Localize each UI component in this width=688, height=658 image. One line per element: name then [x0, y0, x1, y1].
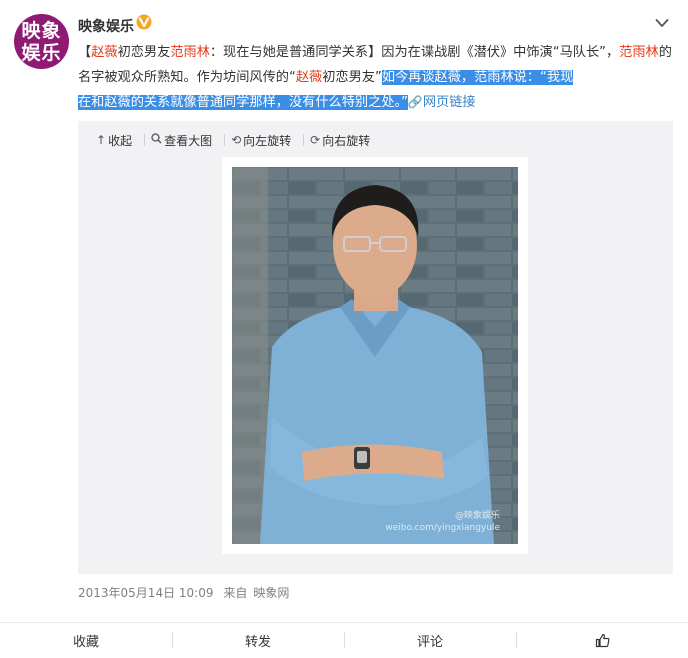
weibo-post-card: 映象 娱乐 映象娱乐 【赵薇初恋男友范雨林：现在与她是普通同学关系】因为在谍战剧… [0, 0, 688, 658]
rotate-left-icon: ⟲ [231, 133, 242, 147]
collapse-arrow-icon: ↑ [96, 133, 107, 147]
verified-v-badge-icon [136, 14, 152, 30]
thumbs-up-icon [595, 633, 609, 647]
selected-text: 如今再谈赵薇，范雨林说：“我现 [381, 70, 574, 85]
post-text-segment: 初恋男友 [117, 45, 171, 60]
rotate-right-label: 向右旋转 [322, 133, 371, 148]
avatar[interactable]: 映象 娱乐 [14, 14, 69, 69]
toolbar-divider [303, 134, 305, 146]
comment-button[interactable]: 评论 [344, 623, 516, 657]
keyword-zhaowei[interactable]: 赵薇 [91, 45, 117, 60]
like-button[interactable] [516, 623, 688, 657]
repost-label: 转发 [244, 634, 271, 650]
favorite-label: 收藏 [72, 634, 99, 650]
source-prefix: 来自 [223, 586, 248, 600]
post-text: 【赵薇初恋男友范雨林：现在与她是普通同学关系】因为在谍战剧《潜伏》中饰演“马队长… [78, 40, 678, 115]
favorite-button[interactable]: 收藏 [0, 623, 172, 657]
post-source[interactable]: 映象网 [253, 586, 289, 600]
collapse-label: 收起 [108, 133, 133, 148]
post-text-segment: ：现在与她是普通同学关系】因为在谍战剧《潜伏》中饰演“马队长”， [209, 45, 620, 60]
keyword-fanyulin[interactable]: 范雨林 [619, 45, 659, 60]
watermark-handle: @映象娱乐 [454, 511, 500, 521]
repost-button[interactable]: 转发 [172, 623, 344, 657]
post-timestamp[interactable]: 2013年05月14日 10:09 [78, 586, 213, 600]
rotate-right-icon: ⟳ [310, 133, 321, 147]
keyword-zhaowei[interactable]: 赵薇 [296, 70, 322, 85]
photo-watermark: @映象娱乐 weibo.com/yingxiangyule [385, 510, 500, 534]
bracket-open: 【 [78, 45, 92, 60]
selected-text: 在和赵薇的关系就像普通同学那样，没有什么特别之处。” [78, 95, 408, 110]
keyword-fanyulin[interactable]: 范雨林 [170, 45, 210, 60]
rotate-right-button[interactable]: ⟳ 向右旋转 [310, 132, 370, 149]
action-bar: 收藏 转发 评论 [0, 622, 688, 657]
avatar-text-top: 映象 [21, 19, 62, 42]
view-large-button[interactable]: 查看大图 [151, 132, 212, 149]
watermark-url: weibo.com/yingxiangyule [385, 523, 500, 533]
media-panel: ↑ 收起 查看大图 ⟲ 向左旋转 ⟳ 向右旋转 @映象娱乐 weibo.com/… [78, 121, 673, 574]
post-meta: 2013年05月14日 10:09 来自 映象网 [78, 584, 295, 601]
web-page-link[interactable]: 🔗网页链接 [408, 95, 476, 110]
avatar-text-bottom: 娱乐 [21, 41, 62, 64]
portrait-illustration [232, 167, 518, 544]
post-text-segment: 初恋男友” [322, 70, 382, 85]
rotate-left-label: 向左旋转 [243, 133, 292, 148]
toolbar-divider [224, 134, 226, 146]
magnifier-icon [151, 133, 162, 147]
chevron-down-icon[interactable] [655, 18, 669, 28]
view-large-label: 查看大图 [164, 133, 213, 148]
media-toolbar: ↑ 收起 查看大图 ⟲ 向左旋转 ⟳ 向右旋转 [96, 131, 382, 149]
collapse-button[interactable]: ↑ 收起 [96, 132, 132, 149]
link-chain-icon: 🔗 [407, 95, 423, 109]
comment-label: 评论 [416, 634, 443, 650]
post-photo[interactable]: @映象娱乐 weibo.com/yingxiangyule [232, 167, 518, 544]
account-name[interactable]: 映象娱乐 [78, 16, 134, 36]
toolbar-divider [144, 134, 146, 146]
photo-frame: @映象娱乐 weibo.com/yingxiangyule [222, 157, 528, 554]
rotate-left-button[interactable]: ⟲ 向左旋转 [231, 132, 291, 149]
web-page-link-label: 网页链接 [422, 95, 476, 110]
